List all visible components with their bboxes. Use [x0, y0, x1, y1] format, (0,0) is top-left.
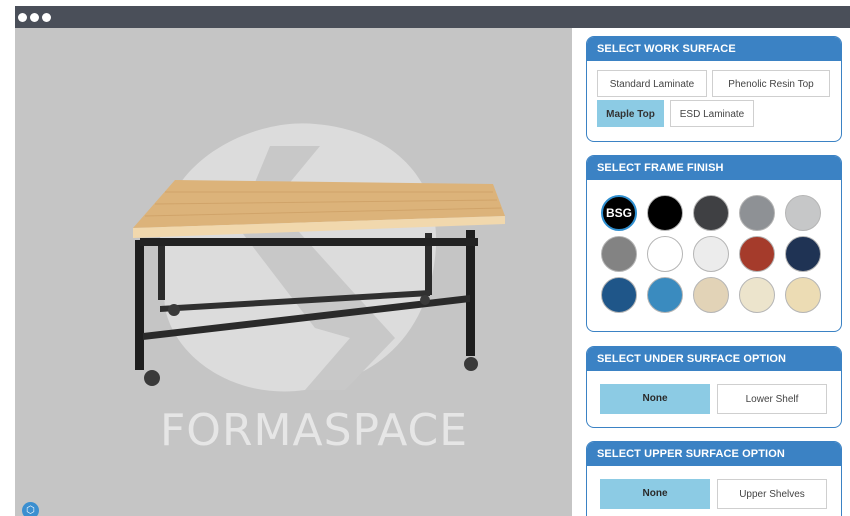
frame-swatch[interactable]: [693, 195, 729, 231]
under-surface-card: SELECT UNDER SURFACE OPTION None Lower S…: [586, 346, 842, 428]
lower-shelf-button[interactable]: Lower Shelf: [717, 384, 827, 414]
swatch-label: BSG: [605, 206, 632, 220]
configuration-panel: SELECT WORK SURFACE Standard Laminate Ph…: [572, 28, 850, 516]
frame-finish-title: SELECT FRAME FINISH: [587, 156, 841, 180]
upper-shelves-button[interactable]: Upper Shelves: [717, 479, 827, 509]
option-maple-top[interactable]: Maple Top: [597, 100, 664, 127]
formaspace-logo-watermark: [160, 123, 437, 392]
work-surface-title: SELECT WORK SURFACE: [587, 37, 841, 61]
upper-surface-card: SELECT UPPER SURFACE OPTION None Upper S…: [586, 441, 842, 516]
upper-surface-title: SELECT UPPER SURFACE OPTION: [587, 442, 841, 466]
frame-swatch[interactable]: [785, 277, 821, 313]
work-surface-card: SELECT WORK SURFACE Standard Laminate Ph…: [586, 36, 842, 142]
window-minimize-dot[interactable]: [30, 13, 39, 22]
frame-swatch[interactable]: [601, 277, 637, 313]
frame-swatch[interactable]: BSG: [601, 195, 637, 231]
frame-swatch[interactable]: [647, 195, 683, 231]
cube-icon[interactable]: ⬡: [22, 502, 39, 516]
frame-swatch[interactable]: [785, 195, 821, 231]
frame-swatch[interactable]: [739, 195, 775, 231]
option-esd-laminate[interactable]: ESD Laminate: [670, 100, 754, 127]
window-close-dot[interactable]: [18, 13, 27, 22]
frame-swatch[interactable]: [693, 236, 729, 272]
frame-swatch[interactable]: [739, 236, 775, 272]
frame-swatch[interactable]: [739, 277, 775, 313]
option-phenolic-resin-top[interactable]: Phenolic Resin Top: [712, 70, 830, 97]
frame-swatch[interactable]: [601, 236, 637, 272]
frame-swatch[interactable]: [647, 277, 683, 313]
brand-watermark-text: FORMASPACE: [160, 405, 469, 456]
under-surface-title: SELECT UNDER SURFACE OPTION: [587, 347, 841, 371]
window-titlebar: [15, 6, 850, 28]
frame-swatch[interactable]: [785, 236, 821, 272]
frame-swatch[interactable]: [693, 277, 729, 313]
under-none-button[interactable]: None: [600, 384, 710, 414]
3d-viewport[interactable]: FORMASPACE ⬡: [15, 28, 572, 516]
option-standard-laminate[interactable]: Standard Laminate: [597, 70, 707, 97]
frame-finish-card: SELECT FRAME FINISH BSG: [586, 155, 842, 332]
window-maximize-dot[interactable]: [42, 13, 51, 22]
frame-swatch[interactable]: [647, 236, 683, 272]
upper-none-button[interactable]: None: [600, 479, 710, 509]
